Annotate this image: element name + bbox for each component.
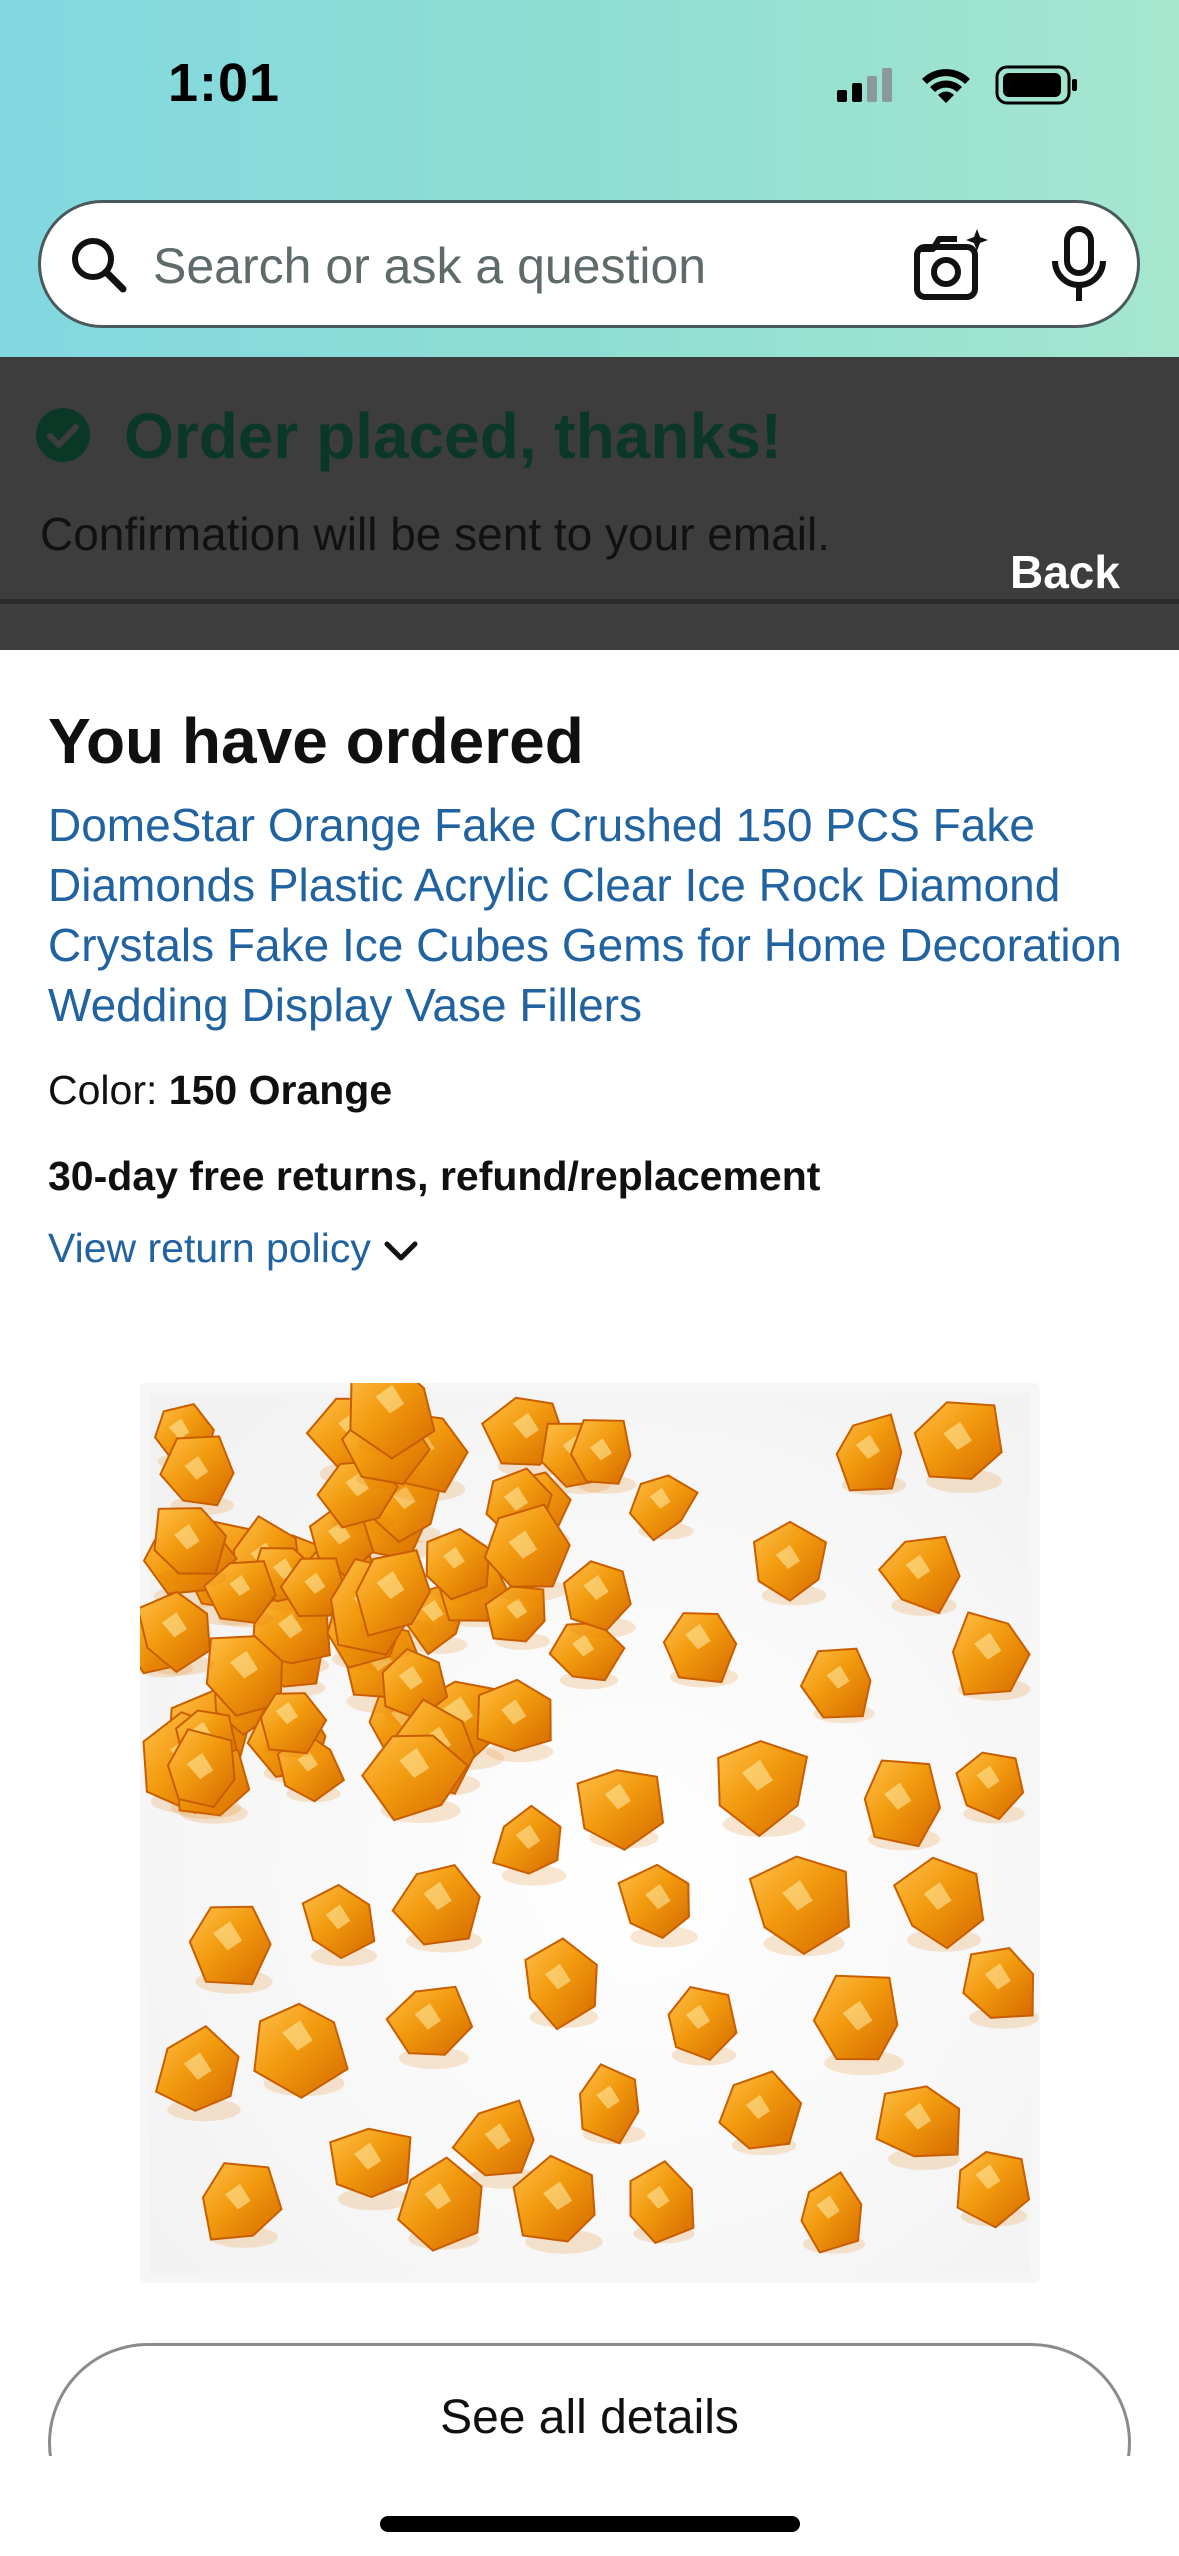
battery-icon xyxy=(995,65,1077,105)
product-title-link[interactable]: DomeStar Orange Fake Crushed 150 PCS Fak… xyxy=(48,795,1138,1035)
search-bar[interactable]: Search or ask a question xyxy=(38,200,1140,328)
status-icons xyxy=(837,62,1079,108)
back-button[interactable]: Back xyxy=(1010,545,1120,599)
top-header: 1:01 Search or ask a question xyxy=(0,0,1179,357)
search-input[interactable]: Search or ask a question xyxy=(153,237,706,295)
bottom-mask xyxy=(0,2456,1179,2556)
order-confirmation-banner: Order placed, thanks! Confirmation will … xyxy=(0,357,1179,650)
product-image[interactable] xyxy=(120,1359,1040,2283)
search-icon xyxy=(72,238,127,293)
return-policy-label[interactable]: View return policy xyxy=(48,1225,371,1272)
status-time: 1:01 xyxy=(168,53,281,113)
chevron-down-icon[interactable] xyxy=(381,1232,421,1272)
banner-divider xyxy=(0,599,1179,604)
color-value: 150 Orange xyxy=(168,1067,393,1113)
product-color: Color: 150 Orange xyxy=(48,1067,392,1114)
order-confirmation-subtitle: Confirmation will be sent to your email. xyxy=(40,508,830,560)
returns-info: 30-day free returns, refund/replacement xyxy=(48,1153,821,1199)
wifi-icon xyxy=(922,69,970,103)
order-confirmation-title: Order placed, thanks! xyxy=(124,400,782,472)
screen: 1:01 Search or ask a question Order plac… xyxy=(0,0,1179,2556)
home-indicator xyxy=(380,2516,800,2532)
ordered-heading: You have ordered xyxy=(48,705,584,777)
orange-gems-photo xyxy=(120,1359,1039,2273)
return-policy-link[interactable]: View return policy xyxy=(48,1225,421,1272)
color-label: Color: xyxy=(48,1067,158,1113)
signal-icon xyxy=(837,68,892,102)
mic-icon[interactable] xyxy=(1047,225,1111,305)
status-bar: 1:01 xyxy=(0,0,1179,180)
check-circle-icon xyxy=(36,408,90,462)
camera-icon[interactable] xyxy=(911,227,991,303)
